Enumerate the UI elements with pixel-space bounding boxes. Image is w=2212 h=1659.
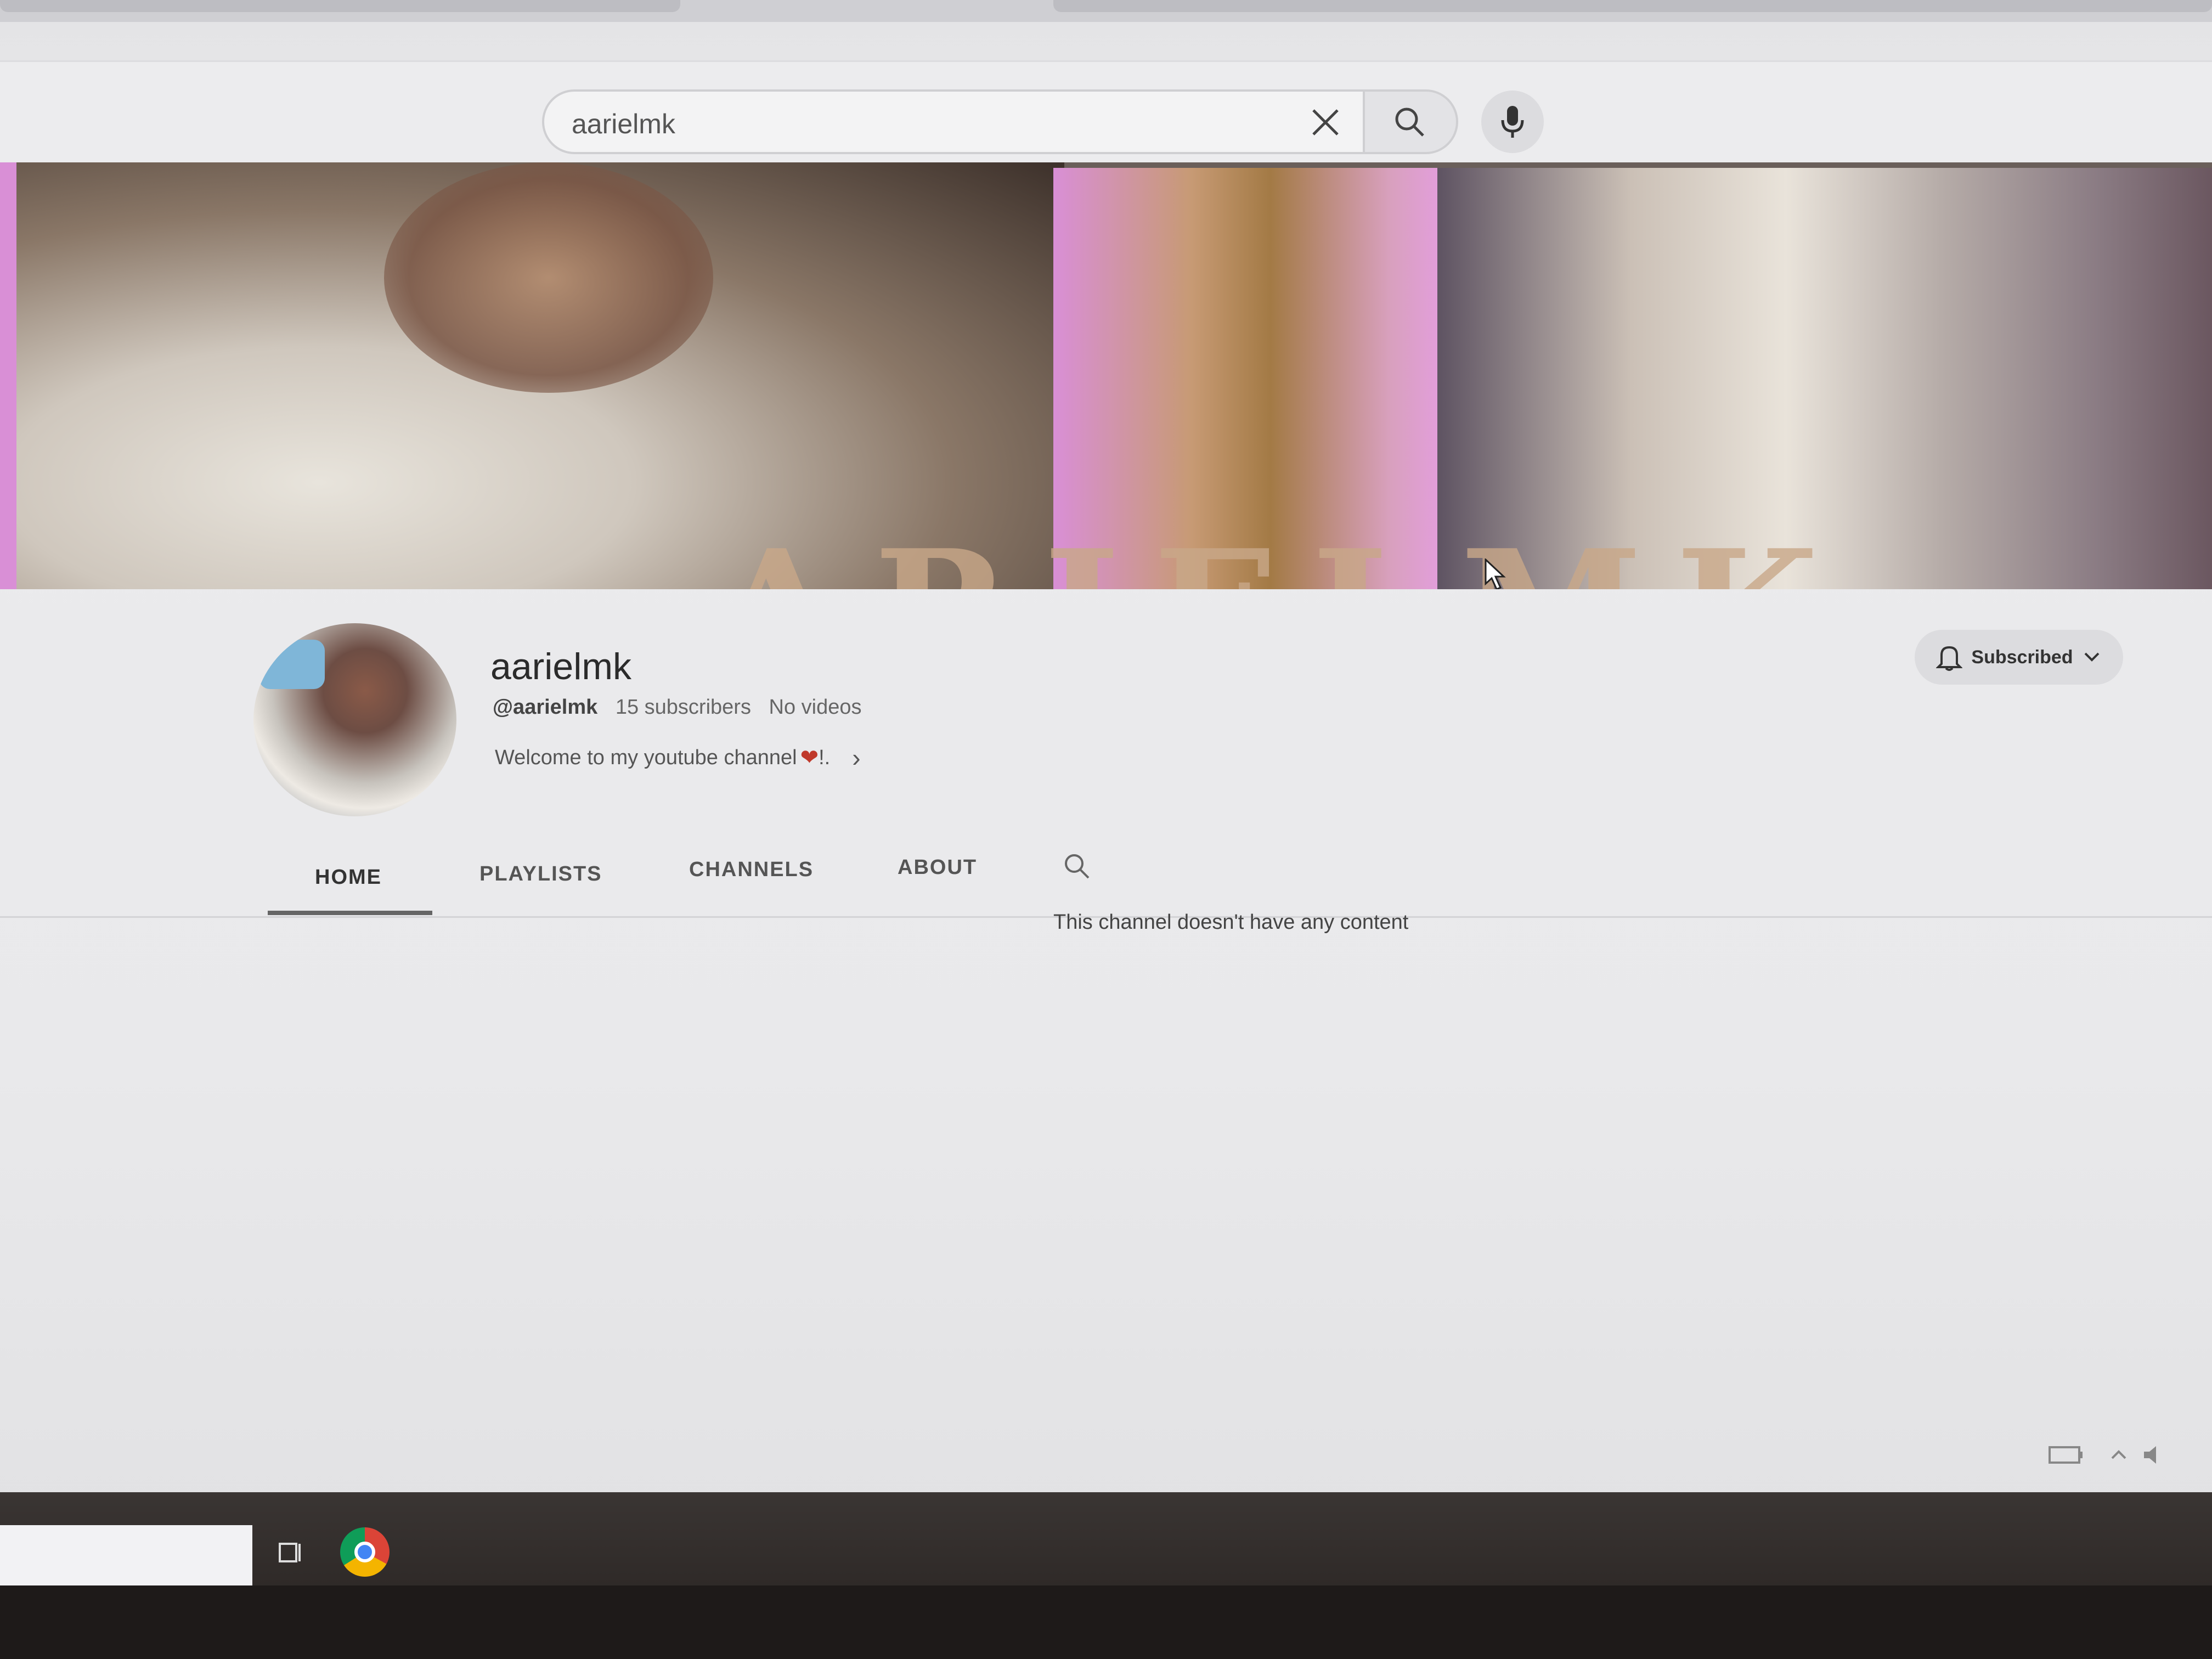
tab-home[interactable]: HOME [315,866,382,889]
battery-icon[interactable] [2047,1443,2086,1467]
avatar[interactable] [253,623,456,816]
description-suffix: !. [819,746,831,769]
subscribe-button[interactable]: Subscribed [1915,630,2123,685]
channel-description[interactable]: Welcome to my youtube channel ❤ !. › [495,743,861,772]
mic-icon [1501,106,1524,138]
channel-handle: @aarielmk [493,696,598,719]
monitor-bezel [0,1585,2212,1659]
channel-name: aarielmk [490,646,631,687]
heart-icon: ❤ [800,746,819,770]
channel-tabs: HOME PLAYLISTS CHANNELS ABOUT [0,834,2212,918]
banner-photo-detail [384,162,713,393]
browser-tab-strip [0,0,2212,22]
banner-edge [0,162,16,589]
channel-meta: @aarielmk 15 subscribers No videos [493,696,874,719]
chrome-icon-center [354,1542,375,1562]
tab-about[interactable]: ABOUT [898,856,977,879]
chevron-down-icon [2084,652,2099,662]
speaker-icon[interactable] [2141,1444,2168,1466]
tab-channels[interactable]: CHANNELS [689,858,814,882]
taskbar [0,1492,2212,1585]
subscribe-label: Subscribed [1971,646,2073,668]
browser-tab[interactable] [1053,0,2212,12]
chevron-right-icon[interactable]: › [852,743,860,772]
bell-icon [1936,646,1963,671]
subscriber-count: 15 subscribers [615,696,751,719]
search-query[interactable]: aarielmk [572,108,675,140]
mouse-cursor-icon [1485,558,1506,589]
search-icon[interactable] [1060,850,1093,883]
video-count: No videos [769,696,862,719]
taskbar-search-area[interactable] [0,1525,252,1585]
task-view-icon[interactable] [274,1536,307,1569]
empty-content-message: This channel doesn't have any content [1053,911,1409,934]
banner-overlay-text: ARIELMK [713,514,1852,589]
browser-tab[interactable] [0,0,680,12]
description-text: Welcome to my youtube channel [495,746,797,769]
active-tab-indicator [268,911,432,915]
masthead: aarielmk [0,60,2212,166]
close-icon[interactable] [1305,101,1346,143]
avatar-photo-detail [259,640,325,689]
chevron-up-icon[interactable] [2108,1444,2130,1466]
voice-search-button[interactable] [1481,91,1544,153]
search-input[interactable]: aarielmk [542,89,1365,154]
chrome-icon[interactable] [340,1527,390,1577]
browser-screen: aarielmk ARIELMK [0,0,2212,1525]
search-icon [1395,108,1424,137]
channel-banner: ARIELMK [0,162,2212,589]
search-button[interactable] [1365,89,1458,154]
system-tray [2025,1432,2190,1476]
tab-playlists[interactable]: PLAYLISTS [479,862,602,886]
